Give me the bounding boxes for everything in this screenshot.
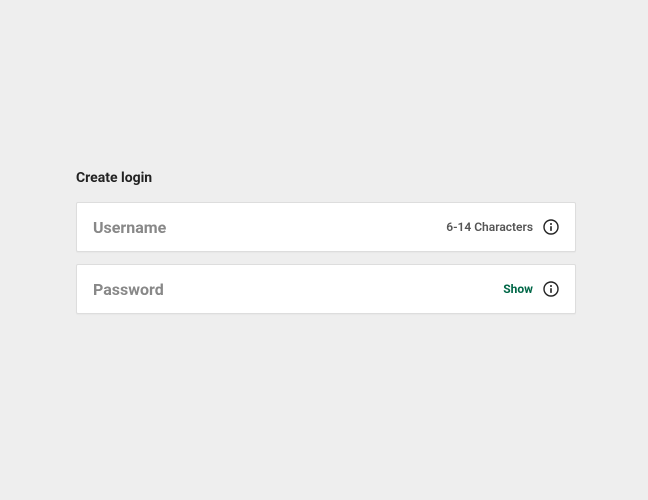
username-card: 6-14 Characters	[76, 202, 576, 252]
password-input[interactable]	[93, 280, 503, 299]
section-heading: Create login	[76, 170, 576, 186]
password-card: Show	[76, 264, 576, 314]
username-hint: 6-14 Characters	[446, 220, 533, 234]
info-icon[interactable]	[543, 219, 559, 235]
show-password-toggle[interactable]: Show	[503, 282, 533, 296]
info-icon[interactable]	[543, 281, 559, 297]
create-login-form: Create login 6-14 Characters Show	[76, 170, 576, 326]
username-input[interactable]	[93, 218, 446, 237]
